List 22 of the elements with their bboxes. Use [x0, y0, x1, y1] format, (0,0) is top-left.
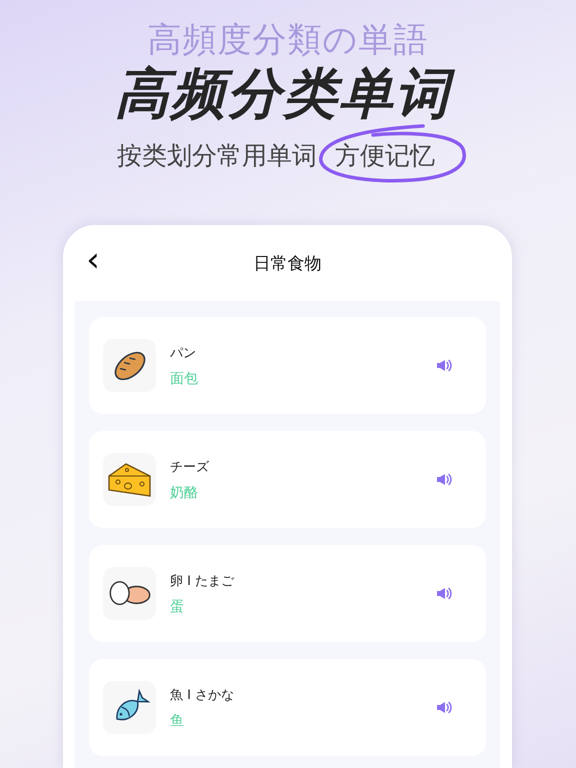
word-text: パン	[170, 344, 197, 362]
highlight-text: 方便记忆	[331, 135, 439, 176]
back-button[interactable]: ‹	[86, 243, 100, 283]
word-card[interactable]: 魚 I さかな 鱼	[89, 659, 486, 756]
speaker-icon	[436, 473, 452, 486]
subtitle: 按类划分常用单词	[117, 140, 317, 172]
word-card[interactable]: チーズ 奶酪	[89, 431, 486, 528]
meaning-text: 蛋	[170, 598, 185, 616]
speaker-icon	[436, 587, 452, 600]
word-text: 卵 I たまご	[170, 572, 236, 590]
word-card[interactable]: 卵 I たまご 蛋	[89, 545, 486, 642]
screen-title: 日常食物	[252, 252, 322, 274]
headline: 高频分类单词	[111, 63, 465, 126]
background-text: 高頻度分類の単語	[148, 22, 428, 60]
word-text: チーズ	[170, 458, 210, 476]
meaning-text: 面包	[170, 370, 199, 388]
speaker-icon	[436, 359, 452, 372]
meaning-text: 奶酪	[170, 484, 199, 502]
word-text: 魚 I さかな	[170, 686, 236, 704]
speaker-icon	[436, 701, 452, 714]
meaning-text: 鱼	[170, 712, 185, 730]
word-card[interactable]: パン 面包	[89, 317, 486, 414]
